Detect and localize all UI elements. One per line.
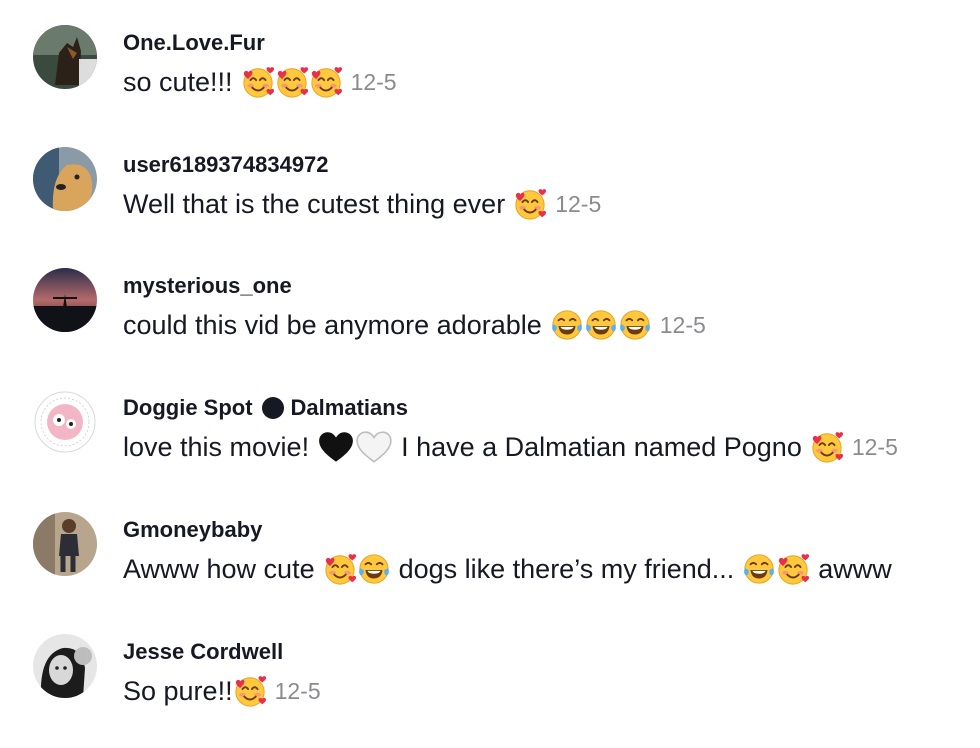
- comment-username[interactable]: mysterious_one: [123, 273, 292, 299]
- comment-text-row: Awww how cute dogs like there’s my frien…: [123, 552, 892, 586]
- face-with-tears-of-joy-icon: [584, 308, 618, 342]
- smiling-face-with-hearts-icon: [810, 430, 844, 464]
- comment-date: 12-5: [274, 677, 321, 704]
- comment-username[interactable]: Doggie Spot Dalmatians: [123, 395, 408, 421]
- comment-text: Well that is the cutest thing ever: [123, 188, 506, 219]
- avatar[interactable]: [33, 25, 97, 89]
- avatar[interactable]: [33, 634, 97, 698]
- face-with-tears-of-joy-icon: [618, 308, 652, 342]
- smiling-face-with-hearts-icon: [241, 65, 275, 99]
- username-part: Dalmatians: [290, 395, 408, 420]
- comment-item: One.Love.Fur so cute!!! 12-5: [0, 25, 980, 125]
- comment-username[interactable]: user6189374834972: [123, 152, 329, 178]
- comment-text-row: Well that is the cutest thing ever 12-5: [123, 187, 601, 221]
- comment-text-row: So pure!! 12-5: [123, 674, 321, 708]
- comment-item: mysterious_one could this vid be anymore…: [0, 268, 980, 368]
- face-with-tears-of-joy-icon: [742, 552, 776, 586]
- smiling-face-with-hearts-icon: [513, 187, 547, 221]
- avatar[interactable]: [33, 390, 97, 454]
- comment-date: 12-5: [555, 190, 602, 217]
- avatar[interactable]: [33, 268, 97, 332]
- comment-username[interactable]: One.Love.Fur: [123, 30, 265, 56]
- comment-item: Doggie Spot Dalmatians love this movie! …: [0, 390, 980, 490]
- comment-text: Awww how cute: [123, 553, 315, 584]
- comment-text-row: love this movie! I have a Dalmatian name…: [123, 430, 898, 464]
- username-part: Doggie Spot: [123, 395, 253, 420]
- smiling-face-with-hearts-icon: [275, 65, 309, 99]
- white-heart-icon: [355, 430, 393, 464]
- comment-item: Jesse Cordwell So pure!! 12-5: [0, 634, 980, 734]
- comment-text: could this vid be anymore adorable: [123, 309, 542, 340]
- smiling-face-with-hearts-icon: [233, 674, 267, 708]
- comment-username[interactable]: Gmoneybaby: [123, 517, 262, 543]
- comment-text: awww: [818, 553, 892, 584]
- comment-text: love this movie!: [123, 431, 310, 462]
- comment-text-row: could this vid be anymore adorable 12-5: [123, 308, 706, 342]
- black-circle-icon: [261, 397, 284, 419]
- avatar[interactable]: [33, 147, 97, 211]
- smiling-face-with-hearts-icon: [323, 552, 357, 586]
- comment-item: Gmoneybaby Awww how cute dogs like there…: [0, 512, 980, 612]
- comment-text: So pure!!: [123, 675, 233, 706]
- black-heart-icon: [317, 430, 355, 464]
- comment-text: dogs like there’s my friend...: [398, 553, 735, 584]
- comment-text-row: so cute!!! 12-5: [123, 65, 397, 99]
- face-with-tears-of-joy-icon: [357, 552, 391, 586]
- avatar[interactable]: [33, 512, 97, 576]
- face-with-tears-of-joy-icon: [550, 308, 584, 342]
- smiling-face-with-hearts-icon: [309, 65, 343, 99]
- comment-date: 12-5: [659, 311, 706, 338]
- comment-text: I have a Dalmatian named Pogno: [401, 431, 802, 462]
- comment-date: 12-5: [350, 68, 397, 95]
- comment-date: 12-5: [851, 433, 898, 460]
- comment-text: so cute!!!: [123, 66, 233, 97]
- comment-item: user6189374834972 Well that is the cutes…: [0, 147, 980, 247]
- comment-username[interactable]: Jesse Cordwell: [123, 639, 283, 665]
- smiling-face-with-hearts-icon: [776, 552, 810, 586]
